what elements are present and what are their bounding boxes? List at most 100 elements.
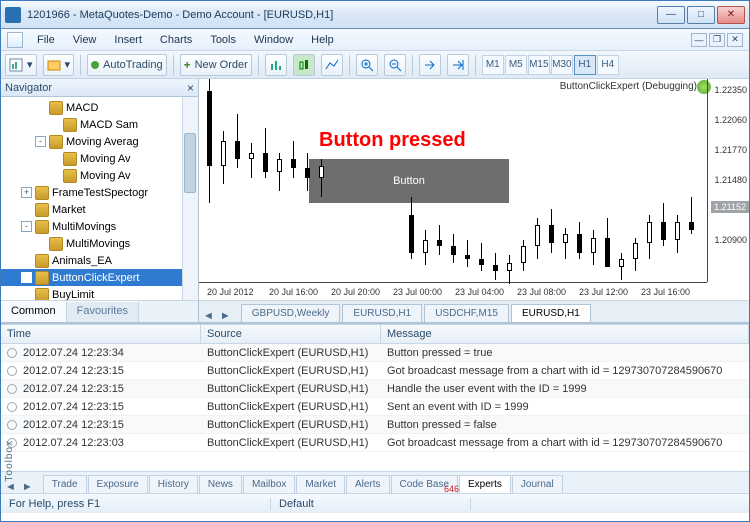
log-header-time[interactable]: Time <box>1 325 201 343</box>
tree-item[interactable]: MACD <box>1 99 198 116</box>
app-icon <box>5 7 21 23</box>
chart-overlay-text: Button pressed <box>319 129 466 152</box>
auto-scroll-button[interactable] <box>419 54 441 76</box>
toolbox-tab-experts[interactable]: Experts <box>459 475 511 493</box>
toolbox-tabs-next-button[interactable]: ► <box>22 481 33 493</box>
toolbox-tab-journal[interactable]: Journal <box>512 475 563 493</box>
navigator-tree[interactable]: MACDMACD Sam-Moving AveragMoving AvMovin… <box>1 97 198 300</box>
chart-tabs-next-button[interactable]: ► <box>220 310 231 322</box>
tree-item[interactable]: Market <box>1 201 198 218</box>
log-status-icon <box>7 420 17 430</box>
log-row[interactable]: 2012.07.24 12:23:15ButtonClickExpert (EU… <box>1 398 749 416</box>
log-message: Button pressed = false <box>387 419 749 431</box>
maximize-button[interactable]: □ <box>687 6 715 24</box>
candle <box>277 79 282 265</box>
toolbox-tab-exposure[interactable]: Exposure <box>88 475 148 493</box>
chart-tab[interactable]: EURUSD,H1 <box>342 304 422 322</box>
tree-item-label: MACD Sam <box>80 119 138 131</box>
toolbox-tab-alerts[interactable]: Alerts <box>346 475 390 493</box>
candle <box>549 79 554 265</box>
mdi-restore-button[interactable]: ❐ <box>709 33 725 47</box>
tree-item[interactable]: Moving Av <box>1 167 198 184</box>
timeframe-h4[interactable]: H4 <box>597 55 619 75</box>
candle-chart-button[interactable] <box>293 54 315 76</box>
close-button[interactable]: ✕ <box>717 6 745 24</box>
expert-icon <box>49 101 63 115</box>
toolbox-tab-mailbox[interactable]: Mailbox <box>243 475 295 493</box>
tree-item[interactable]: BuyLimit <box>1 286 198 300</box>
log-message: Sent an event with ID = 1999 <box>387 401 749 413</box>
log-table[interactable]: 2012.07.24 12:23:34ButtonClickExpert (EU… <box>1 344 749 471</box>
log-source: ButtonClickExpert (EURUSD,H1) <box>207 401 387 413</box>
navigator-tab-favourites[interactable]: Favourites <box>67 301 139 322</box>
tree-item[interactable]: MultiMovings <box>1 235 198 252</box>
log-time: 2012.07.24 12:23:15 <box>23 365 207 377</box>
log-source: ButtonClickExpert (EURUSD,H1) <box>207 383 387 395</box>
candle <box>479 79 484 265</box>
menu-view[interactable]: View <box>65 32 105 48</box>
chart-tab[interactable]: USDCHF,M15 <box>424 304 509 322</box>
autotrading-button[interactable]: AutoTrading <box>87 54 167 76</box>
log-row[interactable]: 2012.07.24 12:23:34ButtonClickExpert (EU… <box>1 344 749 362</box>
zoom-out-button[interactable] <box>384 54 406 76</box>
menu-window[interactable]: Window <box>246 32 301 48</box>
candle <box>423 79 428 265</box>
log-row[interactable]: 2012.07.24 12:23:15ButtonClickExpert (EU… <box>1 416 749 434</box>
toolbox-tab-history[interactable]: History <box>149 475 198 493</box>
menu-charts[interactable]: Charts <box>152 32 200 48</box>
menu-file[interactable]: File <box>29 32 63 48</box>
chart-tab[interactable]: EURUSD,H1 <box>511 304 591 322</box>
price-tag: 1.21152 <box>711 201 749 213</box>
timeframe-m1[interactable]: M1 <box>482 55 504 75</box>
log-status-icon <box>7 366 17 376</box>
candle <box>235 79 240 265</box>
scrollbar-thumb[interactable] <box>184 133 196 193</box>
minimize-button[interactable]: — <box>657 6 685 24</box>
menu-insert[interactable]: Insert <box>106 32 150 48</box>
toolbox-tab-trade[interactable]: Trade <box>43 475 87 493</box>
log-header-source[interactable]: Source <box>201 325 381 343</box>
chart-shift-button[interactable] <box>447 54 469 76</box>
candle <box>647 79 652 265</box>
line-chart-button[interactable] <box>321 54 343 76</box>
tree-item[interactable]: -MultiMovings <box>1 218 198 235</box>
tree-item[interactable]: MACD Sam <box>1 116 198 133</box>
navigator-scrollbar[interactable] <box>182 97 198 300</box>
tree-item[interactable]: Animals_EA <box>1 252 198 269</box>
navigator-close-button[interactable]: × <box>187 81 194 95</box>
tree-item[interactable]: Moving Av <box>1 150 198 167</box>
toolbox-tab-market[interactable]: Market <box>296 475 345 493</box>
statusbar: For Help, press F1 Default <box>1 493 749 513</box>
zoom-in-button[interactable] <box>356 54 378 76</box>
menu-help[interactable]: Help <box>303 32 342 48</box>
toolbox-tabs-prev-button[interactable]: ◄ <box>5 481 16 493</box>
new-chart-button[interactable]: ▾ <box>5 54 37 76</box>
tree-item[interactable]: -Moving Averag <box>1 133 198 150</box>
new-order-button[interactable]: New Order <box>180 54 252 76</box>
mdi-close-button[interactable]: ✕ <box>727 33 743 47</box>
navigator-tab-common[interactable]: Common <box>1 301 67 322</box>
toolbox-tab-news[interactable]: News <box>199 475 242 493</box>
xtick: 20 Jul 16:00 <box>269 287 318 297</box>
log-row[interactable]: 2012.07.24 12:23:03ButtonClickExpert (EU… <box>1 434 749 452</box>
bar-chart-button[interactable] <box>265 54 287 76</box>
profiles-button[interactable]: ▾ <box>43 54 75 76</box>
log-source: ButtonClickExpert (EURUSD,H1) <box>207 347 387 359</box>
timeframe-h1[interactable]: H1 <box>574 55 596 75</box>
mdi-minimize-button[interactable]: — <box>691 33 707 47</box>
toolbox-tab-code-base[interactable]: Code Base646 <box>391 475 458 493</box>
timeframe-m5[interactable]: M5 <box>505 55 527 75</box>
log-row[interactable]: 2012.07.24 12:23:15ButtonClickExpert (EU… <box>1 362 749 380</box>
timeframe-m15[interactable]: M15 <box>528 55 550 75</box>
chart-tab[interactable]: GBPUSD,Weekly <box>241 304 341 322</box>
timeframe-m30[interactable]: M30 <box>551 55 573 75</box>
menu-tools[interactable]: Tools <box>202 32 244 48</box>
tree-item-label: Animals_EA <box>52 255 112 267</box>
tree-item[interactable]: ButtonClickExpert <box>1 269 198 286</box>
ytick: 1.21770 <box>714 145 747 155</box>
tree-item[interactable]: +FrameTestSpectogr <box>1 184 198 201</box>
log-header-message[interactable]: Message <box>381 325 749 343</box>
log-row[interactable]: 2012.07.24 12:23:15ButtonClickExpert (EU… <box>1 380 749 398</box>
chart-tabs-prev-button[interactable]: ◄ <box>203 310 214 322</box>
chart[interactable]: ButtonClickExpert (Debugging) 1.223501.2… <box>199 79 749 300</box>
